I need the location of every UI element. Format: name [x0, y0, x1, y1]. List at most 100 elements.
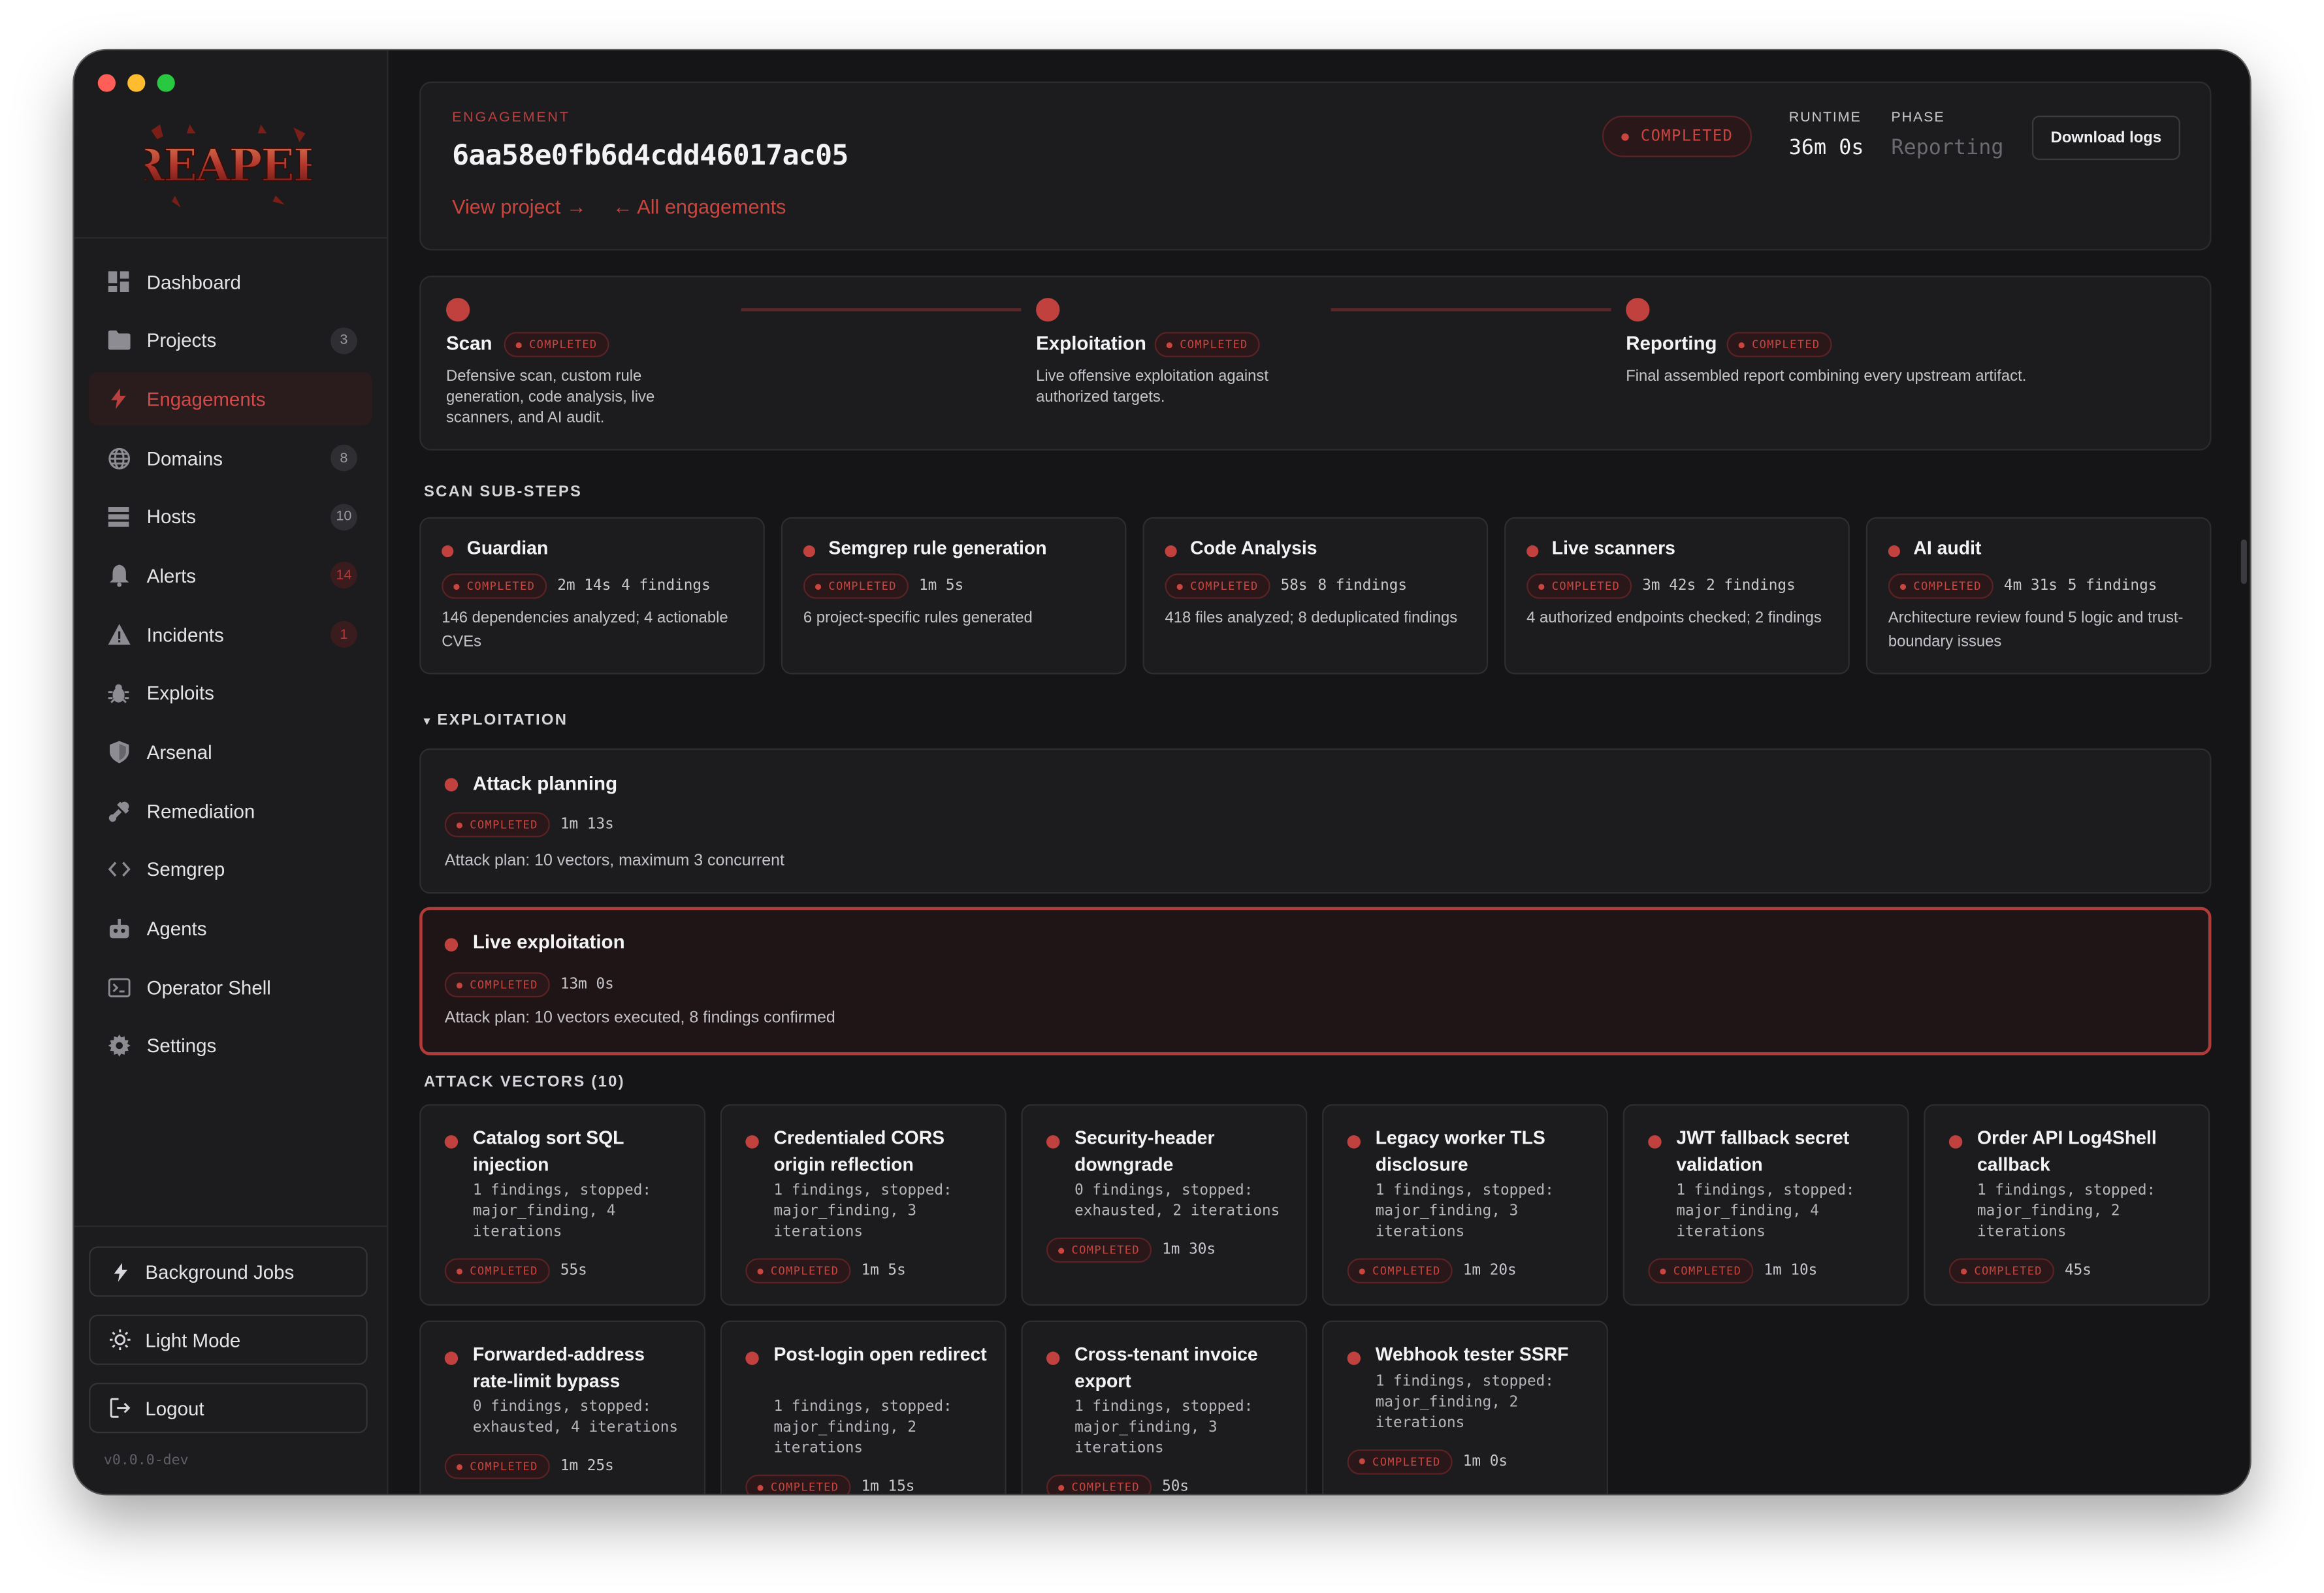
phase-connector: [741, 308, 1022, 312]
hosts-count-badge: 10: [331, 503, 357, 530]
status-dot: [1660, 1268, 1666, 1274]
reaper-logo[interactable]: REAPER: [145, 121, 312, 208]
sidebar-item-engagements[interactable]: Engagements: [89, 372, 372, 426]
attack-vector-card[interactable]: Webhook tester SSRF 1 findings, stopped: …: [1322, 1320, 1608, 1494]
phase-value: Reporting: [1891, 136, 2004, 161]
duration: 1m 30s: [1162, 1242, 1216, 1259]
status-text: COMPLETED: [1372, 1264, 1441, 1278]
live-exploitation-card[interactable]: Live exploitation COMPLETED 13m 0s Attac…: [419, 907, 2212, 1055]
card-meta: COMPLETED 1m 5s: [745, 1258, 906, 1284]
logout-button[interactable]: Logout: [89, 1383, 368, 1434]
attack-vector-card[interactable]: Credentialed CORS origin reflection 1 fin…: [720, 1104, 1007, 1306]
download-logs-button[interactable]: Download logs: [2031, 115, 2180, 161]
all-engagements-link[interactable]: ← All engagements: [613, 196, 786, 218]
status-dot: [456, 822, 462, 828]
sidebar-item-remediation[interactable]: Remediation: [89, 784, 372, 838]
substep-card[interactable]: AI audit COMPLETED 4m 31s 5 findings Archite…: [1865, 517, 2212, 675]
card-title: Forwarded-address rate-limit bypass: [472, 1344, 645, 1391]
attack-vector-card[interactable]: Legacy worker TLS disclosure 1 findings, …: [1322, 1104, 1608, 1306]
globe-icon: [106, 446, 130, 470]
exploitation-heading[interactable]: ▾ EXPLOITATION: [424, 711, 568, 729]
sidebar-item-settings[interactable]: Settings: [89, 1020, 372, 1073]
status-badge: COMPLETED: [1888, 573, 1994, 599]
attack-vector-card[interactable]: Forwarded-address rate-limit bypass 0 fin…: [419, 1320, 706, 1494]
card-title: Credentialed CORS origin reflection: [773, 1127, 945, 1175]
background-jobs-button[interactable]: Background Jobs: [89, 1246, 368, 1297]
main-content: ENGAGEMENT 6aa58e0fb6d4cdd46017ac05 View…: [388, 50, 2250, 1494]
sidebar-item-label: Semgrep: [146, 858, 225, 881]
sidebar-item-operator-shell[interactable]: Operator Shell: [89, 961, 372, 1014]
status-text: COMPLETED: [470, 978, 538, 992]
card-title: Code Analysis: [1190, 538, 1317, 559]
substep-card[interactable]: Guardian COMPLETED 2m 14s 4 findings 146 dep…: [419, 517, 765, 675]
view-project-link[interactable]: View project →: [452, 196, 586, 218]
attack-vector-card[interactable]: Cross-tenant invoice export 1 findings, s…: [1021, 1320, 1308, 1494]
scrollbar-thumb[interactable]: [2240, 539, 2247, 585]
sidebar-item-domains[interactable]: Domains 8: [89, 431, 372, 485]
attack-vector-card[interactable]: Post-login open redirect 1 findings, stop…: [720, 1320, 1007, 1494]
minimize-window-button[interactable]: [127, 74, 146, 92]
phase-scan-status: COMPLETED: [504, 332, 609, 357]
status-dot: [1961, 1268, 1967, 1274]
card-meta: COMPLETED 13m 0s: [444, 972, 614, 998]
sidebar-item-projects[interactable]: Projects 3: [89, 314, 372, 367]
status-dot: [1046, 1351, 1060, 1365]
sidebar-item-incidents[interactable]: Incidents 1: [89, 608, 372, 662]
attack-vector-card[interactable]: Catalog sort SQL injection 1 findings, st…: [419, 1104, 706, 1306]
card-title: Catalog sort SQL injection: [472, 1127, 624, 1175]
sidebar-item-dashboard[interactable]: Dashboard: [89, 255, 372, 308]
duration: 1m 15s: [861, 1479, 915, 1494]
substep-card[interactable]: Semgrep rule generation COMPLETED 1m 5s 6 p…: [781, 517, 1127, 675]
status-text: COMPLETED: [1071, 1480, 1140, 1494]
substep-card[interactable]: Live scanners COMPLETED 3m 42s 2 findings 4 …: [1504, 517, 1850, 675]
folder-icon: [106, 329, 130, 352]
sidebar-item-hosts[interactable]: Hosts 10: [89, 491, 372, 544]
sidebar-item-agents[interactable]: Agents: [89, 902, 372, 956]
attack-planning-card[interactable]: Attack planning COMPLETED 1m 13s Attack …: [419, 748, 2212, 894]
status-dot: [757, 1484, 764, 1490]
status-dot: [1166, 342, 1172, 348]
status-dot: [453, 583, 460, 589]
logout-icon: [108, 1396, 132, 1419]
exploitation-heading-label: EXPLOITATION: [437, 711, 568, 730]
engagement-links: View project → ← All engagements: [452, 196, 807, 218]
status-dot: [1359, 1268, 1365, 1274]
status-text: COMPLETED: [470, 1264, 538, 1278]
light-mode-button[interactable]: Light Mode: [89, 1314, 368, 1365]
phase-scan-dot: [445, 298, 470, 322]
status-dot: [1648, 1135, 1662, 1149]
attack-vector-card[interactable]: Order API Log4Shell callback 1 findings, …: [1924, 1104, 2210, 1306]
attack-vector-card[interactable]: JWT fallback secret validation 1 findings…: [1622, 1104, 1909, 1306]
duration: 1m 0s: [1462, 1453, 1508, 1470]
logout-label: Logout: [145, 1396, 204, 1419]
status-dot: [815, 583, 822, 589]
status-dot: [444, 778, 459, 792]
card-desc: Architecture review found 5 logic and tr…: [1888, 609, 2184, 651]
attack-vectors-heading: ATTACK VECTORS (10): [423, 1072, 625, 1091]
sidebar-item-semgrep[interactable]: Semgrep: [89, 843, 372, 897]
card-meta: COMPLETED 1m 25s: [444, 1453, 614, 1479]
duration: 1m 25s: [560, 1458, 614, 1475]
robot-icon: [106, 917, 130, 941]
card-title: Live exploitation: [472, 930, 625, 954]
engagement-status-badge: COMPLETED: [1602, 115, 1752, 157]
status-dot: [1948, 1135, 1963, 1149]
domains-count-badge: 8: [331, 444, 357, 472]
zoom-window-button[interactable]: [157, 74, 175, 92]
substep-card[interactable]: Code Analysis COMPLETED 58s 8 findings 418 f…: [1142, 517, 1489, 675]
phase-reporting-dot: [1626, 298, 1650, 322]
findings-count: 8 findings: [1317, 577, 1408, 594]
sidebar-item-arsenal[interactable]: Arsenal: [89, 726, 372, 779]
attack-vector-card[interactable]: Security-header downgrade 0 findings, sto…: [1021, 1104, 1308, 1306]
status-dot: [515, 342, 522, 348]
close-window-button[interactable]: [97, 74, 116, 92]
status-dot: [1058, 1484, 1065, 1490]
status-dot: [757, 1268, 764, 1274]
card-meta: COMPLETED 55s: [444, 1258, 587, 1284]
sidebar-item-alerts[interactable]: Alerts 14: [89, 549, 372, 603]
sidebar-item-exploits[interactable]: Exploits: [89, 667, 372, 720]
card-title: Order API Log4Shell callback: [1977, 1127, 2157, 1175]
phase-scan-title: Scan: [445, 332, 492, 355]
vector-detail: 1 findings, stopped: major_finding, 4 it…: [1676, 1182, 1855, 1241]
duration: 1m 20s: [1462, 1263, 1517, 1279]
